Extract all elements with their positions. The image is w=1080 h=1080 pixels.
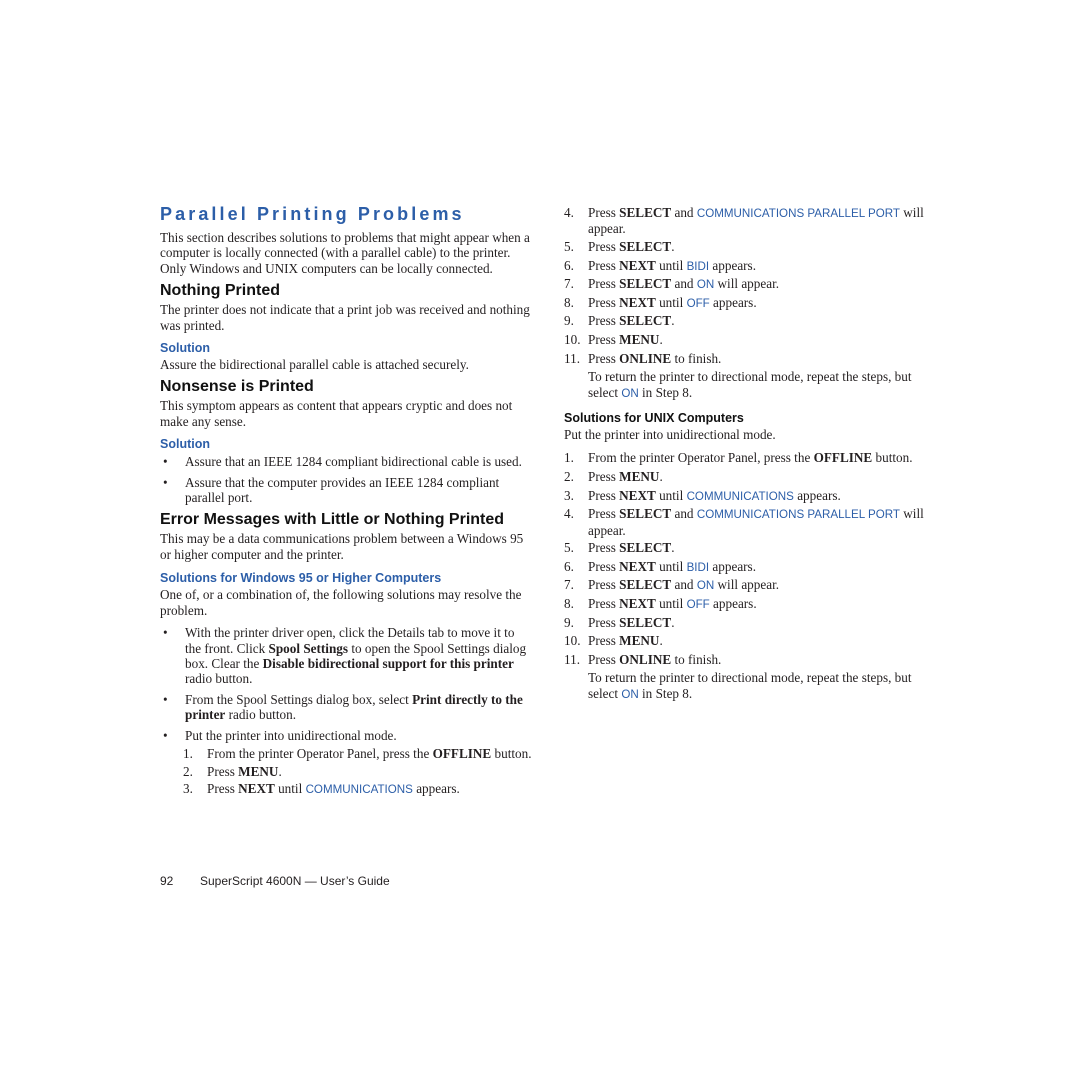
step-item: 3. Press NEXT until COMMUNICATIONS appear… [183,781,460,797]
section-heading-nothing-printed: Nothing Printed [160,282,280,300]
panel-keyword: COMMUNICATIONS [686,489,794,503]
bullet-item: • Assure that the computer provides an IE… [163,474,500,506]
step-item: 9. Press SELECT. [564,313,675,329]
step-item: 5. Press SELECT. [564,540,675,556]
error-messages-description: This may be a data communications proble… [160,531,524,562]
step-item: 3. Press NEXT until COMMUNICATIONS appear… [564,487,841,503]
bullet-icon: • [163,454,168,470]
step-item: 4. Press SELECT and COMMUNICATIONS PARALL… [564,506,924,538]
step-item: 10. Press MENU. [564,633,663,649]
unix-steps-list: 1. From the printer Operator Panel, press… [564,450,936,668]
step-item: 6. Press NEXT until BIDI appears. [564,257,756,273]
page-number: 92 [160,874,174,888]
nonsense-description: This symptom appears as content that app… [160,398,513,429]
step-item: 7. Press SELECT and ON will appear. [564,276,780,292]
step-item: 8. Press NEXT until OFF appears. [564,294,757,310]
step-item: 11. Press ONLINE to finish. [564,651,722,667]
page-title: Parallel Printing Problems [160,204,465,224]
step-item: 1. From the printer Operator Panel, press… [183,745,532,761]
unix-return-directional-note: To return the printer to directional mod… [588,670,912,701]
panel-keyword: COMMUNICATIONS PARALLEL PORT [696,207,900,220]
intro-paragraph: This section describes solutions to prob… [160,230,530,276]
step-item: 1. From the printer Operator Panel, press… [564,450,913,466]
footer-title: SuperScript 4600N — User’s Guide [200,874,390,888]
right-column: 4. Press SELECT and COMMUNICATIONS PARALL… [564,203,936,703]
panel-keyword: ON [696,278,715,292]
panel-keyword: ON [696,579,715,593]
bullet-item: • With the printer driver open, click the… [163,625,527,687]
panel-keyword: OFF [686,597,710,611]
panel-keyword: ON [621,687,639,701]
panel-keyword: BIDI [686,259,710,273]
return-directional-note: To return the printer to directional mod… [588,369,912,400]
panel-keyword: COMMUNICATIONS PARALLEL PORT [696,508,900,522]
page-footer: 92 SuperScript 4600N — User’s Guide [160,874,390,888]
section-heading-error-messages: Error Messages with Little or Nothing Pr… [160,511,505,529]
step-item: 9. Press SELECT. [564,614,675,630]
step-item: 6. Press NEXT until BIDI appears. [564,558,756,574]
step-item: 5. Press SELECT. [564,239,675,254]
step-item: 4. Press SELECT and COMMUNICATIONS PARALL… [564,205,924,237]
bullet-item: • Put the printer into unidirectional mod… [163,727,532,798]
bullet-item: • Assure that an IEEE 1284 compliant bidi… [163,454,522,470]
panel-keyword: COMMUNICATIONS [305,783,413,797]
bullet-icon: • [163,727,168,743]
bullet-icon: • [163,691,168,707]
nothing-printed-solution-text: Assure the bidirectional parallel cable … [160,357,469,373]
step-item: 11. Press ONLINE to finish. [564,350,722,366]
section-heading-nonsense-printed: Nonsense is Printed [160,378,314,396]
bullet-item: • From the Spool Settings dialog box, sel… [163,691,523,723]
windows-solutions-description: One of, or a combination of, the followi… [160,587,522,618]
left-column: Parallel Printing Problems This section … [160,203,532,803]
step-item: 2. Press MENU. [183,763,282,779]
nonsense-solution-list: • Assure that an IEEE 1284 compliant bidi… [160,454,532,505]
bullet-icon: • [163,474,168,490]
solution-heading: Solution [160,341,210,356]
step-item: 2. Press MENU. [564,468,663,484]
unidirectional-steps-list: 1. From the printer Operator Panel, press… [183,746,532,798]
step-item: 10. Press MENU. [564,331,663,347]
panel-keyword: OFF [686,296,710,310]
step-item: 8. Press NEXT until OFF appears. [564,595,757,611]
bullet-icon: • [163,625,168,641]
panel-keyword: BIDI [686,560,710,574]
windows-steps-continued-list: 4. Press SELECT and COMMUNICATIONS PARALL… [564,205,936,367]
solution-heading: Solution [160,437,210,452]
unix-solutions-description: Put the printer into unidirectional mode… [564,426,776,442]
unix-solutions-heading: Solutions for UNIX Computers [564,410,744,425]
windows-solution-list: • With the printer driver open, click the… [160,625,532,797]
windows-solutions-heading: Solutions for Windows 95 or Higher Compu… [160,571,442,586]
panel-keyword: ON [621,386,639,400]
step-item: 7. Press SELECT and ON will appear. [564,577,780,593]
nothing-printed-description: The printer does not indicate that a pri… [160,302,530,333]
